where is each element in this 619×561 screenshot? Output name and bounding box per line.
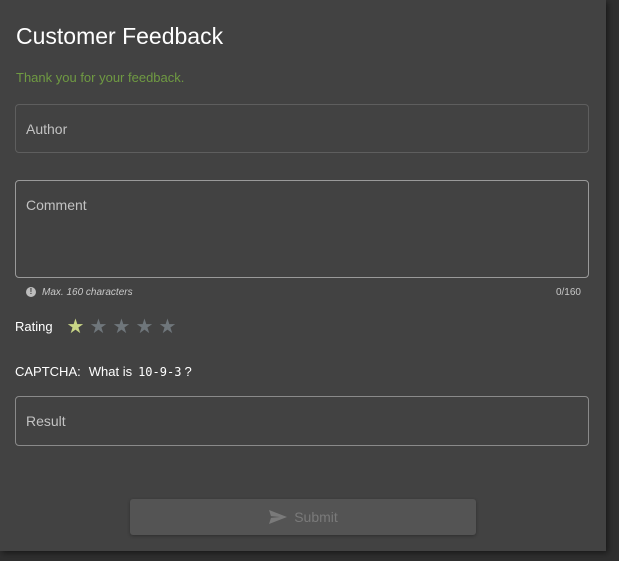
captcha-label: CAPTCHA: xyxy=(15,364,81,379)
submit-label: Submit xyxy=(294,509,338,525)
comment-textarea[interactable] xyxy=(15,180,589,278)
confirmation-message: Thank you for your feedback. xyxy=(16,70,185,85)
send-icon xyxy=(268,509,288,525)
captcha-expression: 10-9-3 xyxy=(138,365,182,379)
feedback-card: Customer Feedback Thank you for your fee… xyxy=(0,0,606,551)
rating-label: Rating xyxy=(15,319,53,334)
comment-hint: Max. 160 characters xyxy=(42,287,133,298)
rating-star-4-icon[interactable]: ★ xyxy=(133,316,156,338)
submit-button[interactable]: Submit xyxy=(130,499,476,535)
comment-hint-row: ! Max. 160 characters 0/160 xyxy=(26,286,581,300)
captcha-question: What is xyxy=(88,364,133,379)
captcha-question-mark: ? xyxy=(184,364,192,379)
page-title: Customer Feedback xyxy=(16,23,224,49)
author-input[interactable] xyxy=(15,104,589,153)
rating-star-2-icon[interactable]: ★ xyxy=(87,316,110,338)
captcha-row: CAPTCHA: What is 10-9-3? xyxy=(15,364,192,379)
result-input[interactable] xyxy=(15,396,589,446)
rating-star-1-icon[interactable]: ★ xyxy=(64,316,87,338)
rating-stars: ★ ★ ★ ★ ★ xyxy=(64,316,179,338)
rating-star-5-icon[interactable]: ★ xyxy=(156,316,179,338)
character-counter: 0/160 xyxy=(555,287,581,298)
rating-star-3-icon[interactable]: ★ xyxy=(110,316,133,338)
info-icon: ! xyxy=(26,287,36,297)
